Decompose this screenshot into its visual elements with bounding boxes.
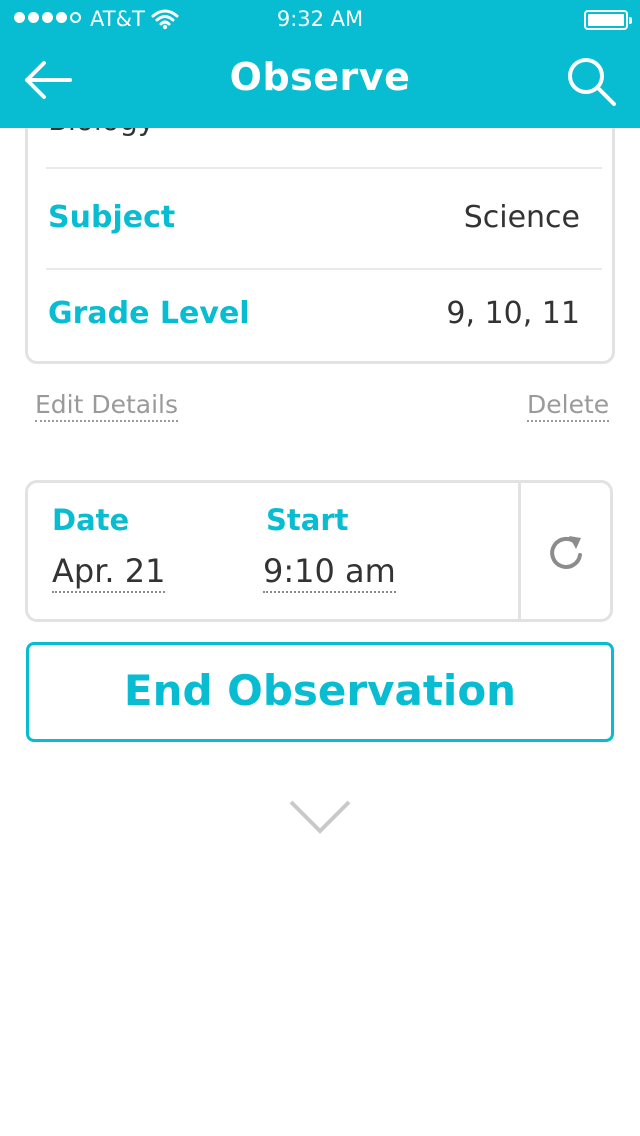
subject-value: Science	[463, 200, 580, 235]
divider	[46, 268, 602, 270]
refresh-icon	[550, 536, 582, 569]
grade-level-value: 9, 10, 11	[446, 296, 580, 331]
refresh-button[interactable]	[542, 529, 590, 577]
vertical-divider	[518, 483, 521, 619]
date-label: Date	[52, 503, 130, 537]
start-time-field[interactable]: 9:10 am	[263, 551, 396, 593]
navigation-bar: AT&T 9:32 AM Observe	[0, 0, 640, 128]
end-observation-button[interactable]: End Observation	[26, 642, 614, 742]
expand-button[interactable]	[288, 798, 352, 838]
grade-level-label: Grade Level	[48, 296, 250, 331]
search-button[interactable]	[564, 54, 618, 108]
subject-label: Subject	[48, 200, 176, 235]
battery-icon	[584, 10, 632, 30]
delete-link[interactable]: Delete	[527, 390, 610, 422]
status-time: 9:32 AM	[276, 7, 364, 31]
edit-details-link[interactable]: Edit Details	[35, 390, 179, 422]
observation-time-card: Date Apr. 21 Start 9:10 am	[25, 480, 613, 622]
divider	[46, 167, 602, 169]
chevron-down-icon	[289, 800, 351, 834]
page-title: Observe	[229, 55, 411, 99]
status-bar: AT&T 9:32 AM	[0, 0, 640, 40]
start-label: Start	[266, 503, 349, 537]
date-field[interactable]: Apr. 21	[52, 551, 166, 593]
search-icon	[568, 58, 616, 106]
